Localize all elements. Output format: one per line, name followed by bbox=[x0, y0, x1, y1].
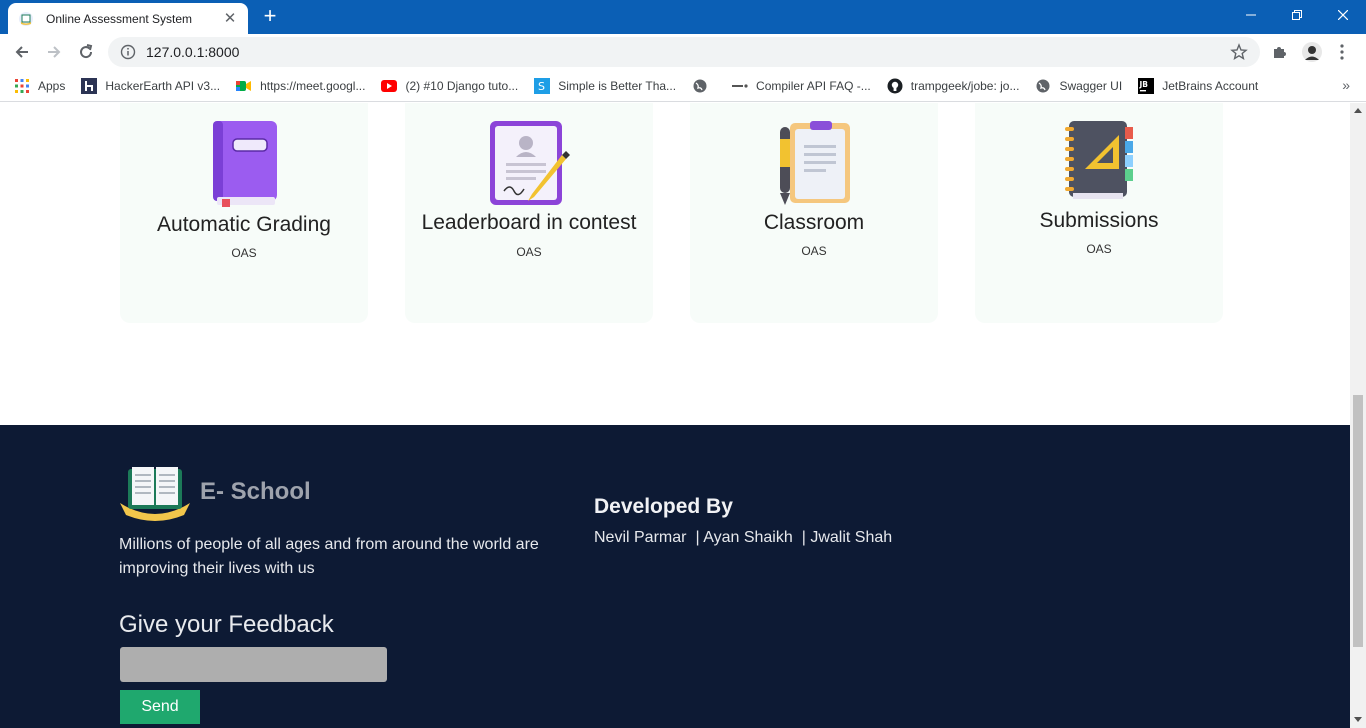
developer-list: Nevil Parmar | Ayan Shaikh | Jwalit Shah bbox=[594, 529, 892, 547]
bookmarks-overflow-icon[interactable]: » bbox=[1342, 77, 1350, 93]
new-tab-icon[interactable]: + bbox=[258, 5, 282, 29]
developer-name: Nevil Parmar bbox=[594, 529, 687, 546]
feature-title: Submissions bbox=[1039, 209, 1159, 232]
bookmark-jetbrains[interactable]: JB JetBrains Account bbox=[1138, 77, 1258, 94]
profile-avatar[interactable] bbox=[1300, 40, 1324, 64]
feature-card-leaderboard: Leaderboard in contest OAS bbox=[405, 103, 653, 323]
feature-title: Leaderboard in contest bbox=[421, 211, 637, 234]
feature-subtitle: OAS bbox=[801, 244, 827, 258]
certificate-icon bbox=[490, 121, 570, 205]
close-window-icon[interactable] bbox=[1320, 0, 1366, 30]
brand-name: E- School bbox=[200, 478, 311, 505]
feature-subtitle: OAS bbox=[231, 246, 257, 260]
bookmark-swagger[interactable]: Swagger UI bbox=[1035, 78, 1122, 94]
forward-arrow-icon[interactable] bbox=[42, 40, 66, 64]
extensions-puzzle-icon[interactable] bbox=[1268, 40, 1292, 64]
browser-toolbar: 127.0.0.1:8000 bbox=[0, 34, 1366, 70]
address-bar[interactable]: 127.0.0.1:8000 bbox=[108, 37, 1260, 67]
feedback-title: Give your Feedback bbox=[119, 611, 334, 638]
back-arrow-icon[interactable] bbox=[10, 40, 34, 64]
compiler-icon bbox=[732, 78, 748, 94]
school-logo-icon bbox=[19, 11, 33, 26]
bookmark-github-jobe[interactable]: trampgeek/jobe: jo... bbox=[887, 78, 1019, 94]
feedback-input[interactable] bbox=[120, 647, 387, 682]
feature-card-automatic-grading: Automatic Grading OAS bbox=[120, 103, 368, 323]
apps-grid-icon bbox=[14, 78, 30, 94]
info-icon[interactable] bbox=[120, 44, 136, 60]
bookmark-apps[interactable]: Apps bbox=[14, 78, 65, 94]
tab-close-icon[interactable]: ✕ bbox=[222, 10, 238, 27]
send-button[interactable]: Send bbox=[120, 690, 200, 724]
page-viewport: Automatic Grading OAS Leaderboard in con… bbox=[0, 103, 1350, 728]
github-icon bbox=[887, 78, 903, 94]
bookmarks-bar: Apps HackerEarth API v3... https://meet.… bbox=[0, 70, 1366, 102]
bookmark-hackerearth[interactable]: HackerEarth API v3... bbox=[81, 77, 220, 94]
hackerearth-icon bbox=[81, 77, 98, 94]
tab-title: Online Assessment System bbox=[46, 11, 193, 26]
bookmark-google-meet[interactable]: https://meet.googl... bbox=[236, 78, 365, 94]
scroll-down-icon[interactable] bbox=[1354, 717, 1362, 722]
reload-icon[interactable] bbox=[74, 40, 98, 64]
page-scrollbar[interactable] bbox=[1350, 103, 1366, 728]
developer-name: | Jwalit Shah bbox=[801, 529, 893, 546]
site-footer: E- School Millions of people of all ages… bbox=[0, 425, 1350, 728]
clipboard-pen-icon bbox=[780, 121, 850, 205]
globe-icon bbox=[1035, 78, 1051, 94]
bookmark-globe[interactable] bbox=[692, 78, 716, 94]
feature-card-submissions: Submissions OAS bbox=[975, 103, 1223, 323]
minimize-icon[interactable] bbox=[1228, 0, 1274, 30]
developer-name: | Ayan Shaikh bbox=[695, 529, 793, 546]
svg-text:JB: JB bbox=[1139, 80, 1149, 89]
feature-subtitle: OAS bbox=[516, 245, 542, 259]
url-text[interactable]: 127.0.0.1:8000 bbox=[146, 44, 239, 60]
browser-titlebar: Online Assessment System ✕ + bbox=[0, 0, 1366, 34]
svg-text:S: S bbox=[538, 80, 545, 93]
globe-icon bbox=[692, 78, 708, 94]
feature-title: Automatic Grading bbox=[157, 213, 331, 236]
scroll-thumb[interactable] bbox=[1353, 395, 1363, 647]
scroll-up-icon[interactable] bbox=[1354, 108, 1362, 113]
browser-menu-icon[interactable] bbox=[1330, 40, 1354, 64]
notebook-icon bbox=[1065, 121, 1133, 199]
school-logo-icon bbox=[120, 467, 190, 521]
bookmark-star-icon[interactable] bbox=[1230, 43, 1248, 61]
bookmark-youtube[interactable]: (2) #10 Django tuto... bbox=[381, 78, 518, 94]
book-icon bbox=[213, 121, 277, 207]
feature-card-classroom: Classroom OAS bbox=[690, 103, 938, 323]
simple-better-icon: S bbox=[534, 77, 551, 94]
footer-tagline: Millions of people of all ages and from … bbox=[119, 536, 539, 577]
jetbrains-icon: JB bbox=[1138, 77, 1155, 94]
footer-brand[interactable]: E- School bbox=[120, 463, 311, 521]
feature-subtitle: OAS bbox=[1086, 242, 1112, 256]
google-meet-icon bbox=[236, 78, 252, 94]
browser-tab[interactable]: Online Assessment System ✕ bbox=[8, 3, 248, 34]
restore-icon[interactable] bbox=[1274, 0, 1320, 30]
bookmark-compiler-api[interactable]: Compiler API FAQ -... bbox=[732, 78, 871, 94]
youtube-icon bbox=[381, 78, 398, 94]
developed-by-title: Developed By bbox=[594, 495, 733, 518]
feature-title: Classroom bbox=[763, 211, 865, 234]
bookmark-simple-better[interactable]: S Simple is Better Tha... bbox=[534, 77, 676, 94]
